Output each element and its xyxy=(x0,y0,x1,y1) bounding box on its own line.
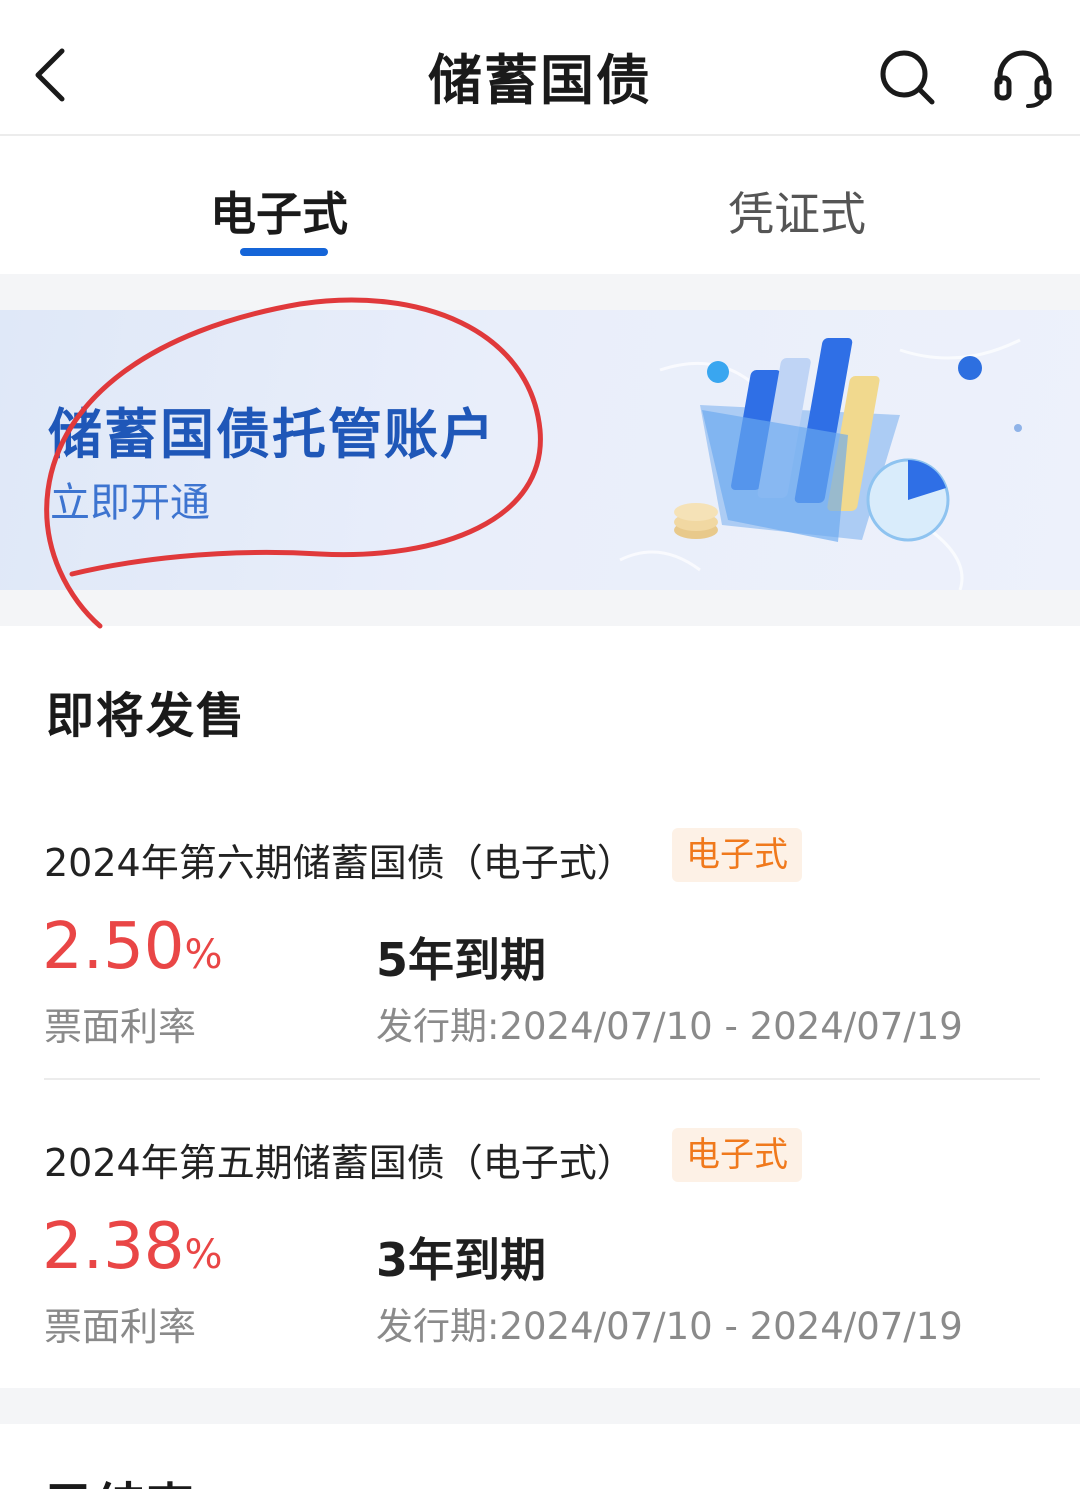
tab-certificate[interactable]: 凭证式 xyxy=(728,178,866,244)
coupon-rate-label: 票面利率 xyxy=(44,1305,197,1349)
section-gap xyxy=(0,1388,1080,1424)
headset-icon xyxy=(994,50,1052,108)
coupon-rate: 2.50% xyxy=(42,910,223,984)
bond-type-badge: 电子式 xyxy=(672,1128,802,1182)
bond-name: 2024年第五期储蓄国债（电子式） xyxy=(44,1141,635,1185)
search-button[interactable] xyxy=(872,42,942,112)
top-bar: 储蓄国债 xyxy=(0,0,1080,136)
customer-service-button[interactable] xyxy=(988,42,1058,112)
coupon-rate-label: 票面利率 xyxy=(44,1005,197,1049)
coupon-rate-value: 2.50 xyxy=(42,910,185,984)
active-tab-indicator xyxy=(240,248,328,256)
issue-period: 发行期:2024/07/10 - 2024/07/19 xyxy=(376,1005,963,1048)
bond-type-badge: 电子式 xyxy=(672,828,802,882)
custody-account-banner[interactable]: 储蓄国债托管账户 立即开通 xyxy=(0,310,1080,590)
bond-name: 2024年第六期储蓄国债（电子式） xyxy=(44,841,635,885)
bond-term: 5年到期 xyxy=(376,933,547,987)
banner-title: 储蓄国债托管账户 xyxy=(48,403,496,466)
banner-subtitle-open-now[interactable]: 立即开通 xyxy=(50,470,210,528)
search-icon xyxy=(880,50,935,105)
coupon-rate-value: 2.38 xyxy=(42,1210,185,1284)
ended-section-heading: 已结束 xyxy=(46,1466,196,1489)
upcoming-sale-heading: 即将发售 xyxy=(46,688,247,744)
bond-card[interactable]: 2024年第六期储蓄国债（电子式） 电子式 2.50% 票面利率 5年到期 发行… xyxy=(0,820,1080,1100)
issue-period: 发行期:2024/07/10 - 2024/07/19 xyxy=(376,1305,963,1348)
coupon-rate-unit: % xyxy=(184,932,223,978)
bond-card[interactable]: 2024年第五期储蓄国债（电子式） 电子式 2.38% 票面利率 3年到期 发行… xyxy=(0,1120,1080,1400)
coupon-rate-unit: % xyxy=(184,1232,223,1278)
coupon-rate: 2.38% xyxy=(42,1210,223,1284)
divider xyxy=(44,1078,1040,1080)
bond-type-tabs: 电子式 凭证式 xyxy=(0,138,1080,274)
bond-term: 3年到期 xyxy=(376,1233,547,1287)
bond-chart-illustration xyxy=(619,338,1022,590)
tab-electronic[interactable]: 电子式 xyxy=(210,178,348,244)
section-gap xyxy=(0,590,1080,626)
section-gap xyxy=(0,274,1080,310)
